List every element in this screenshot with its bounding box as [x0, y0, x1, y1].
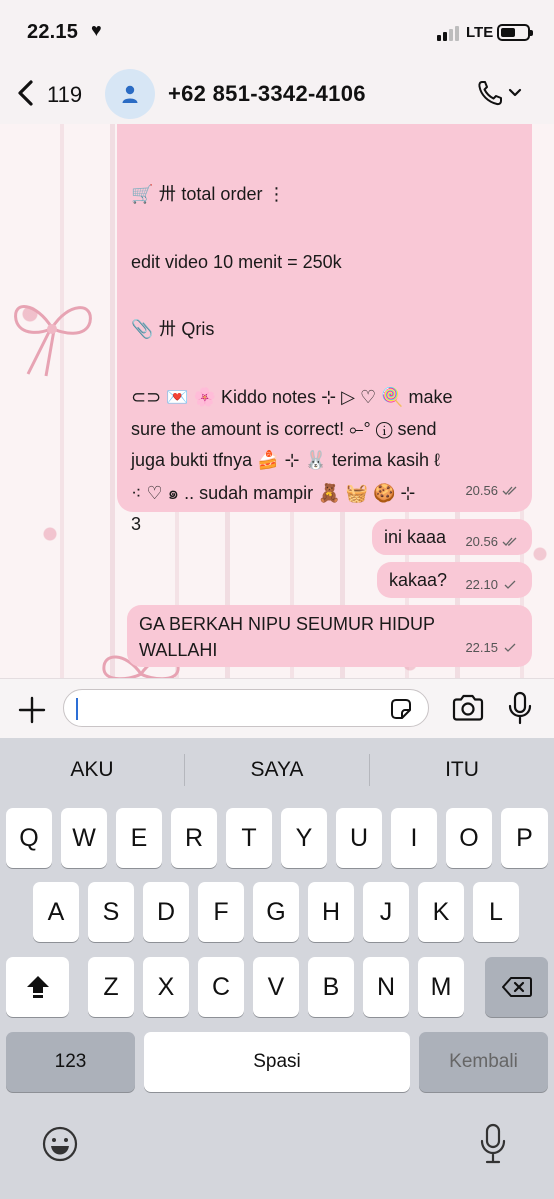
suggestion-bar: AKU SAYA ITU — [0, 738, 554, 802]
message-time: 20.56 — [465, 534, 498, 549]
message-text: ini kaaa — [384, 526, 447, 547]
space-key[interactable]: Spasi — [144, 1032, 410, 1092]
key-x[interactable]: X — [143, 957, 189, 1017]
key-t[interactable]: T — [226, 808, 272, 868]
key-l[interactable]: L — [473, 882, 519, 942]
status-bar: 22.15 ♥ LTE — [0, 0, 554, 62]
key-z[interactable]: Z — [88, 957, 134, 1017]
shift-icon — [26, 976, 49, 998]
message-line: 📎 〺 Qris — [131, 319, 215, 339]
key-a[interactable]: A — [33, 882, 79, 942]
key-w[interactable]: W — [61, 808, 107, 868]
suggestion[interactable]: AKU — [0, 758, 184, 782]
network-label: LTE — [466, 24, 494, 41]
double-check-icon — [502, 537, 517, 546]
key-m[interactable]: M — [418, 957, 464, 1017]
message-meta: 20.56 — [465, 475, 518, 506]
message-meta: 22.15 — [465, 635, 518, 661]
unread-count[interactable]: 119 — [47, 82, 82, 108]
battery-icon — [497, 24, 533, 41]
text-caret — [76, 698, 78, 720]
message-line: sure the amount is correct! ⟜° ⓘ send — [131, 419, 437, 439]
contact-name[interactable]: +62 851-3342-4106 — [168, 81, 366, 107]
message-bubble[interactable]: 🛒 〺 total order ⋮ edit video 10 menit = … — [117, 124, 532, 534]
status-time: 22.15 — [27, 21, 79, 43]
key-g[interactable]: G — [253, 882, 299, 942]
message-meta: 22.10 — [465, 577, 518, 592]
message-time: 22.15 — [465, 640, 498, 655]
person-icon — [122, 85, 138, 103]
key-e[interactable]: E — [116, 808, 162, 868]
suggestion[interactable]: SAYA — [185, 758, 369, 782]
message-bubble[interactable]: GA BERKAH NIPU SEUMUR HIDUP WALLAHI 22.1… — [127, 605, 532, 667]
key-d[interactable]: D — [143, 882, 189, 942]
chat-header: 119 +62 851-3342-4106 — [0, 62, 554, 124]
keyboard: AKU SAYA ITU Q W E R T Y U I O P A S D F… — [0, 738, 554, 1199]
message-line: GA BERKAH NIPU SEUMUR HIDUP — [139, 614, 436, 634]
return-key[interactable]: Kembali — [419, 1032, 548, 1092]
key-o[interactable]: O — [446, 808, 492, 868]
key-h[interactable]: H — [308, 882, 354, 942]
avatar[interactable] — [105, 69, 155, 119]
message-bubble[interactable]: kakaa? 22.10 — [377, 562, 532, 598]
camera-icon[interactable] — [451, 693, 485, 723]
dictation-icon[interactable] — [479, 1123, 507, 1165]
key-p[interactable]: P — [501, 808, 548, 868]
double-check-icon — [502, 486, 517, 495]
shift-key[interactable] — [6, 957, 69, 1017]
delete-key[interactable] — [485, 957, 548, 1017]
key-n[interactable]: N — [363, 957, 409, 1017]
plus-icon[interactable] — [17, 695, 47, 725]
key-v[interactable]: V — [253, 957, 299, 1017]
key-i[interactable]: I — [391, 808, 437, 868]
message-text: kakaa? — [389, 569, 448, 590]
numbers-key[interactable]: 123 — [6, 1032, 135, 1092]
message-line: edit video 10 menit = 250k — [131, 252, 342, 272]
message-line: juga bukti tfnya 🍰 ⊹ 🐰 terima kasih ℓ — [131, 450, 440, 470]
check-icon — [504, 643, 516, 652]
message-line: WALLAHI — [139, 640, 218, 660]
message-time: 20.56 — [465, 483, 498, 498]
back-icon[interactable] — [14, 78, 38, 108]
message-bubble[interactable]: ini kaaa 20.56 — [372, 519, 532, 555]
check-icon — [504, 580, 516, 589]
key-b[interactable]: B — [308, 957, 354, 1017]
composer-bar — [0, 678, 554, 738]
key-k[interactable]: K — [418, 882, 464, 942]
bow-decoration — [14, 305, 92, 377]
key-f[interactable]: F — [198, 882, 244, 942]
sticker-icon[interactable] — [388, 696, 414, 722]
microphone-icon[interactable] — [507, 691, 533, 725]
message-line: ⊂⊃ 💌 🌸 Kiddo notes ⊹ ▷ ♡ 🍭 make — [131, 387, 453, 407]
key-u[interactable]: U — [336, 808, 382, 868]
backspace-icon — [501, 977, 532, 997]
key-y[interactable]: Y — [281, 808, 327, 868]
signal-icon — [437, 26, 459, 41]
key-s[interactable]: S — [88, 882, 134, 942]
key-c[interactable]: C — [198, 957, 244, 1017]
heart-icon: ♥ — [91, 20, 102, 40]
suggestion[interactable]: ITU — [370, 758, 554, 782]
message-line: 🛒 〺 total order ⋮ — [131, 184, 286, 204]
message-time: 22.10 — [465, 577, 498, 592]
emoji-icon[interactable] — [41, 1125, 79, 1163]
message-meta: 20.56 — [465, 534, 518, 549]
key-r[interactable]: R — [171, 808, 217, 868]
chat-area[interactable]: 🛒 〺 total order ⋮ edit video 10 menit = … — [0, 124, 554, 678]
key-j[interactable]: J — [363, 882, 409, 942]
key-q[interactable]: Q — [6, 808, 52, 868]
message-input[interactable] — [63, 689, 429, 727]
call-icon[interactable] — [476, 78, 524, 108]
